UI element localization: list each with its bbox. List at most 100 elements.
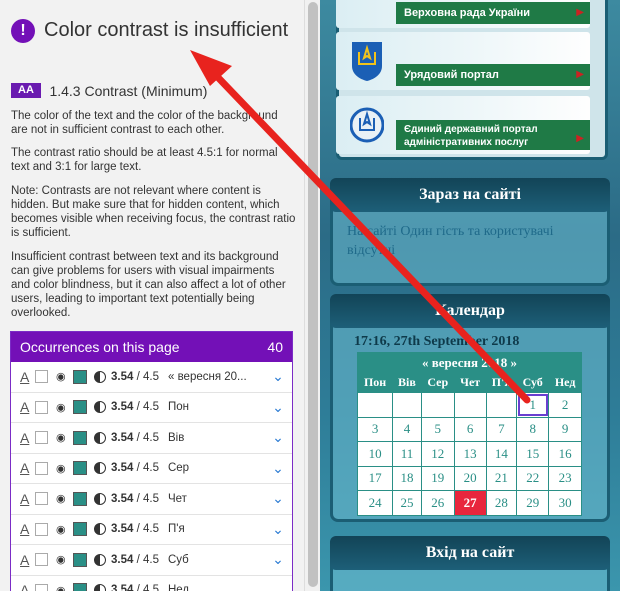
paint-bucket-icon: ◉ bbox=[56, 523, 66, 536]
criterion-link[interactable]: 1.4.3 Contrast (Minimum) bbox=[49, 83, 207, 99]
calendar-day[interactable]: 16 bbox=[548, 441, 582, 467]
weekday-header: Сер bbox=[420, 372, 455, 393]
calendar-day[interactable]: 10 bbox=[356, 441, 394, 467]
calendar-day[interactable]: 3 bbox=[356, 416, 394, 442]
occurrence-row[interactable]: A ◉ 3.54 / 4.5 П'я ⌄ bbox=[11, 515, 292, 545]
calendar-day[interactable]: 28 bbox=[485, 490, 518, 516]
chevron-down-icon[interactable]: ⌄ bbox=[268, 551, 288, 568]
block-title: Календар bbox=[330, 294, 610, 328]
contrast-icon bbox=[94, 584, 106, 591]
paint-bucket-icon: ◉ bbox=[56, 554, 66, 567]
calendar-day[interactable]: 7 bbox=[485, 416, 518, 442]
calendar-day[interactable]: 2 bbox=[548, 392, 582, 418]
background-color-swatch bbox=[73, 552, 87, 567]
background-color-swatch bbox=[73, 461, 87, 476]
paint-bucket-icon: ◉ bbox=[56, 401, 66, 414]
banner-label: Урядовий портал bbox=[396, 64, 590, 86]
calendar-day[interactable]: 25 bbox=[392, 490, 422, 516]
banner-admin-services[interactable]: Єдиний державний портал адміністративних… bbox=[336, 96, 590, 154]
calendar-day[interactable]: 6 bbox=[453, 416, 487, 442]
text-color-swatch bbox=[35, 370, 48, 384]
calendar-day[interactable]: 26 bbox=[420, 490, 455, 516]
occurrences-title: Occurrences on this page bbox=[20, 339, 180, 355]
contrast-icon bbox=[94, 523, 106, 536]
prev-month-link[interactable]: « bbox=[422, 355, 429, 370]
panel-scrollbar[interactable] bbox=[304, 0, 320, 591]
contrast-ratio: 3.54 / 4.5 bbox=[111, 492, 159, 505]
calendar-empty-cell bbox=[485, 392, 518, 418]
arrow-right-icon: ▶ bbox=[576, 133, 584, 144]
banner-government-portal[interactable]: Урядовий портал ▶ bbox=[336, 32, 590, 90]
calendar-day[interactable]: 4 bbox=[392, 416, 422, 442]
occurrence-text: « вересня 20... bbox=[167, 370, 247, 383]
calendar-day[interactable]: 9 bbox=[548, 416, 582, 442]
text-color-swatch bbox=[35, 461, 48, 475]
calendar-day[interactable]: 15 bbox=[516, 441, 550, 467]
calendar-day[interactable]: 1 bbox=[516, 392, 550, 418]
background-color-swatch bbox=[73, 583, 87, 591]
calendar-day[interactable]: 23 bbox=[548, 465, 582, 491]
occurrence-row[interactable]: A ◉ 3.54 / 4.5 Чет ⌄ bbox=[11, 484, 292, 515]
calendar-day[interactable]: 29 bbox=[516, 490, 550, 516]
contrast-ratio: 3.54 / 4.5 bbox=[111, 462, 159, 475]
occurrence-text: Нед bbox=[167, 584, 190, 591]
calendar-day[interactable]: 14 bbox=[485, 441, 518, 467]
chevron-down-icon[interactable]: ⌄ bbox=[268, 399, 288, 416]
calendar-day[interactable]: 18 bbox=[392, 465, 422, 491]
calendar-day[interactable]: 20 bbox=[453, 465, 487, 491]
chevron-down-icon[interactable]: ⌄ bbox=[268, 521, 288, 538]
chevron-down-icon[interactable]: ⌄ bbox=[268, 490, 288, 507]
calendar-day[interactable]: 21 bbox=[485, 465, 518, 491]
paint-bucket-icon: ◉ bbox=[56, 432, 66, 445]
next-month-link[interactable]: » bbox=[511, 355, 518, 370]
calendar-day[interactable]: 22 bbox=[516, 465, 550, 491]
text-color-icon: A bbox=[20, 429, 30, 446]
chevron-down-icon[interactable]: ⌄ bbox=[268, 368, 288, 385]
contrast-icon bbox=[94, 370, 106, 383]
occurrence-text: Сер bbox=[167, 462, 190, 475]
paint-bucket-icon: ◉ bbox=[56, 462, 66, 475]
calendar-day[interactable]: 12 bbox=[420, 441, 455, 467]
occurrence-row[interactable]: A ◉ 3.54 / 4.5 Суб ⌄ bbox=[11, 545, 292, 576]
calendar-day[interactable]: 17 bbox=[356, 465, 394, 491]
calendar-day[interactable]: 30 bbox=[548, 490, 582, 516]
contrast-ratio: 3.54 / 4.5 bbox=[111, 431, 159, 444]
chevron-down-icon[interactable]: ⌄ bbox=[268, 460, 288, 477]
chevron-down-icon[interactable]: ⌄ bbox=[268, 582, 288, 591]
banner-rada[interactable]: Верховна рада України ▶ bbox=[336, 0, 590, 28]
text-color-icon: A bbox=[20, 521, 30, 538]
occurrence-row[interactable]: A ◉ 3.54 / 4.5 Нед ⌄ bbox=[11, 576, 292, 591]
text-color-swatch bbox=[35, 583, 48, 591]
scroll-thumb[interactable] bbox=[308, 2, 318, 587]
text-color-icon: A bbox=[20, 490, 30, 507]
occurrence-row[interactable]: A ◉ 3.54 / 4.5 « вересня 20... ⌄ bbox=[11, 362, 292, 393]
issue-title: Color contrast is insufficient bbox=[44, 19, 289, 41]
description-paragraph: The color of the text and the color of t… bbox=[11, 110, 278, 136]
calendar-day[interactable]: 24 bbox=[356, 490, 394, 516]
occurrence-row[interactable]: A ◉ 3.54 / 4.5 Пон ⌄ bbox=[11, 393, 292, 423]
calendar-day[interactable]: 11 bbox=[392, 441, 422, 467]
weekday-header: Нед bbox=[548, 372, 582, 393]
weekday-header: Суб bbox=[516, 372, 550, 393]
background-color-swatch bbox=[73, 369, 87, 384]
calendar-day[interactable]: 5 bbox=[420, 416, 455, 442]
description-paragraph: The contrast ratio should be at least 4.… bbox=[11, 147, 278, 173]
text-color-swatch bbox=[35, 522, 48, 536]
weekday-header: П'я bbox=[485, 372, 518, 393]
trident-icon bbox=[350, 107, 384, 143]
calendar-day[interactable]: 19 bbox=[420, 465, 455, 491]
occurrence-row[interactable]: A ◉ 3.54 / 4.5 Сер ⌄ bbox=[11, 454, 292, 484]
calendar-day[interactable]: 27 bbox=[453, 490, 487, 516]
contrast-ratio: 3.54 / 4.5 bbox=[111, 553, 159, 566]
chevron-down-icon[interactable]: ⌄ bbox=[268, 429, 288, 446]
occurrence-row[interactable]: A ◉ 3.54 / 4.5 Вів ⌄ bbox=[11, 423, 292, 454]
calendar-week: 10 11 12 13 14 15 16 bbox=[356, 441, 582, 467]
calendar-table: « вересня 2018 » Пон Вів Сер Чет П'я Суб Нед 1… bbox=[356, 352, 582, 516]
calendar-day[interactable]: 8 bbox=[516, 416, 550, 442]
contrast-icon bbox=[94, 553, 106, 566]
calendar-day[interactable]: 13 bbox=[453, 441, 487, 467]
text-color-icon: A bbox=[20, 551, 30, 568]
weekday-header: Пон bbox=[356, 372, 394, 393]
contrast-ratio: 3.54 / 4.5 bbox=[111, 523, 159, 536]
calendar-week: 17 18 19 20 21 22 23 bbox=[356, 465, 582, 491]
